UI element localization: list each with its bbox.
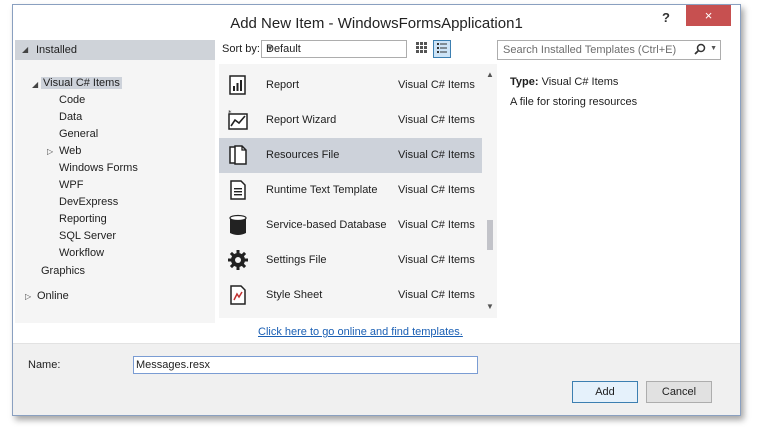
type-info: Type: Visual C# Items — [510, 76, 618, 88]
database-icon — [229, 214, 247, 235]
tree-item-wpf[interactable]: WPF — [59, 179, 83, 191]
resources-file-icon — [229, 145, 247, 165]
tree-item-data[interactable]: Data — [59, 111, 82, 123]
text-template-icon — [230, 180, 246, 200]
tree-item-online[interactable]: Online — [37, 290, 69, 302]
tree-item-reporting[interactable]: Reporting — [59, 213, 107, 225]
tree-item-code[interactable]: Code — [59, 94, 85, 106]
template-name: Report Wizard — [266, 114, 337, 126]
chevron-down-icon[interactable]: ▼ — [710, 45, 717, 52]
list-view-button[interactable] — [433, 40, 451, 58]
template-category: Visual C# Items — [398, 149, 475, 161]
template-name: Runtime Text Template — [266, 184, 378, 196]
template-tree: ◢ Installed ◢ Visual C# Items Code Data … — [15, 40, 215, 323]
list-view-icon — [437, 43, 447, 53]
tree-item-windows-forms[interactable]: Windows Forms — [59, 162, 138, 174]
scrollbar-thumb[interactable] — [487, 220, 493, 250]
scroll-up-icon[interactable]: ▲ — [486, 70, 494, 79]
template-name: Service-based Database — [266, 219, 387, 231]
template-category: Visual C# Items — [398, 254, 475, 266]
chevron-down-icon: ▼ — [266, 44, 274, 53]
collapse-arrow-icon[interactable]: ◢ — [22, 45, 28, 54]
name-label: Name: — [28, 359, 61, 371]
gear-icon — [228, 250, 248, 270]
template-name: Resources File — [266, 149, 340, 161]
search-placeholder: Search Installed Templates (Ctrl+E) — [503, 44, 677, 56]
online-templates-link[interactable]: Click here to go online and find templat… — [258, 326, 463, 338]
tree-item-workflow[interactable]: Workflow — [59, 247, 104, 259]
template-name: Style Sheet — [266, 289, 323, 301]
template-description: A file for storing resources — [510, 96, 638, 108]
list-scrollbar[interactable] — [483, 64, 497, 318]
type-value: Visual C# Items — [541, 76, 619, 88]
help-button[interactable]: ? — [656, 9, 676, 27]
template-category: Visual C# Items — [398, 219, 475, 231]
scroll-down-icon[interactable]: ▼ — [486, 302, 494, 311]
list-item[interactable]: Style Sheet Visual C# Items — [219, 278, 482, 313]
add-button[interactable]: Add — [572, 381, 638, 403]
name-field[interactable]: Messages.resx — [133, 356, 478, 374]
tree-item-devexpress[interactable]: DevExpress — [59, 196, 118, 208]
list-item[interactable]: Resources File Visual C# Items — [219, 138, 482, 173]
type-label: Type: — [510, 76, 539, 88]
template-category: Visual C# Items — [398, 114, 475, 126]
svg-text:*: * — [228, 109, 232, 117]
template-list: Report Visual C# Items * Report Wizard V… — [219, 64, 497, 318]
report-wizard-icon: * — [228, 109, 248, 130]
window-title: Add New Item - WindowsFormsApplication1 — [230, 15, 523, 32]
search-icon[interactable] — [694, 43, 706, 55]
template-category: Visual C# Items — [398, 289, 475, 301]
report-icon — [229, 75, 246, 95]
sort-dropdown[interactable]: Default ▼ — [261, 40, 407, 58]
list-item[interactable]: * Report Wizard Visual C# Items — [219, 103, 482, 138]
template-category: Visual C# Items — [398, 79, 475, 91]
name-value: Messages.resx — [136, 359, 210, 371]
search-input[interactable]: Search Installed Templates (Ctrl+E) ▼ — [497, 40, 721, 60]
close-button[interactable]: × — [686, 5, 731, 26]
grid-view-icon — [416, 42, 427, 53]
sort-label: Sort by: — [222, 43, 260, 55]
list-item[interactable]: Settings File Visual C# Items — [219, 243, 482, 278]
tree-item-visual-csharp[interactable]: Visual C# Items — [41, 77, 122, 89]
tree-item-graphics[interactable]: Graphics — [41, 265, 85, 277]
tree-item-web[interactable]: Web — [59, 145, 81, 157]
style-sheet-icon — [230, 285, 246, 305]
collapse-arrow-icon[interactable]: ◢ — [32, 80, 38, 89]
list-item[interactable]: Runtime Text Template Visual C# Items — [219, 173, 482, 208]
list-item[interactable]: Report Visual C# Items — [219, 68, 482, 103]
cancel-button[interactable]: Cancel — [646, 381, 712, 403]
list-item[interactable]: Service-based Database Visual C# Items — [219, 208, 482, 243]
installed-node[interactable]: ◢ Installed — [15, 40, 215, 60]
bottom-panel — [13, 343, 740, 415]
template-name: Report — [266, 79, 300, 91]
installed-label: Installed — [36, 44, 77, 56]
expand-arrow-icon[interactable]: ▷ — [47, 147, 53, 156]
title-bar[interactable]: Add New Item - WindowsFormsApplication1 … — [13, 5, 740, 39]
medium-icons-view-button[interactable] — [412, 40, 430, 58]
template-category: Visual C# Items — [398, 184, 475, 196]
tree-item-general[interactable]: General — [59, 128, 98, 140]
tree-item-sql-server[interactable]: SQL Server — [59, 230, 116, 242]
template-name: Settings File — [266, 254, 327, 266]
expand-arrow-icon[interactable]: ▷ — [25, 292, 31, 301]
